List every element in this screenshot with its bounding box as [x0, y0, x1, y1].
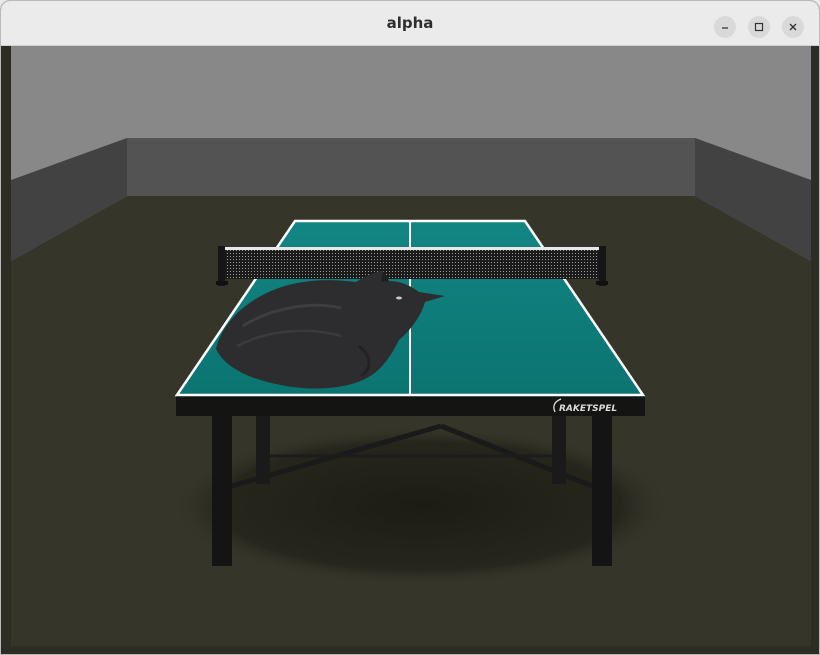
window-title: alpha	[386, 14, 434, 32]
close-icon	[789, 23, 797, 31]
app-window: alpha RAKETSPEL	[0, 0, 820, 655]
close-button[interactable]	[782, 16, 804, 38]
ping-pong-scene: RAKETSPEL	[11, 46, 811, 646]
table-brand-label: RAKETSPEL	[559, 404, 617, 414]
maximize-button[interactable]	[748, 16, 770, 38]
game-viewport[interactable]: RAKETSPEL	[11, 46, 811, 646]
minimize-button[interactable]	[714, 16, 736, 38]
minimize-icon	[722, 27, 728, 29]
maximize-icon	[754, 22, 764, 32]
back-wall-inner	[127, 138, 695, 196]
title-bar[interactable]: alpha	[1, 1, 819, 46]
